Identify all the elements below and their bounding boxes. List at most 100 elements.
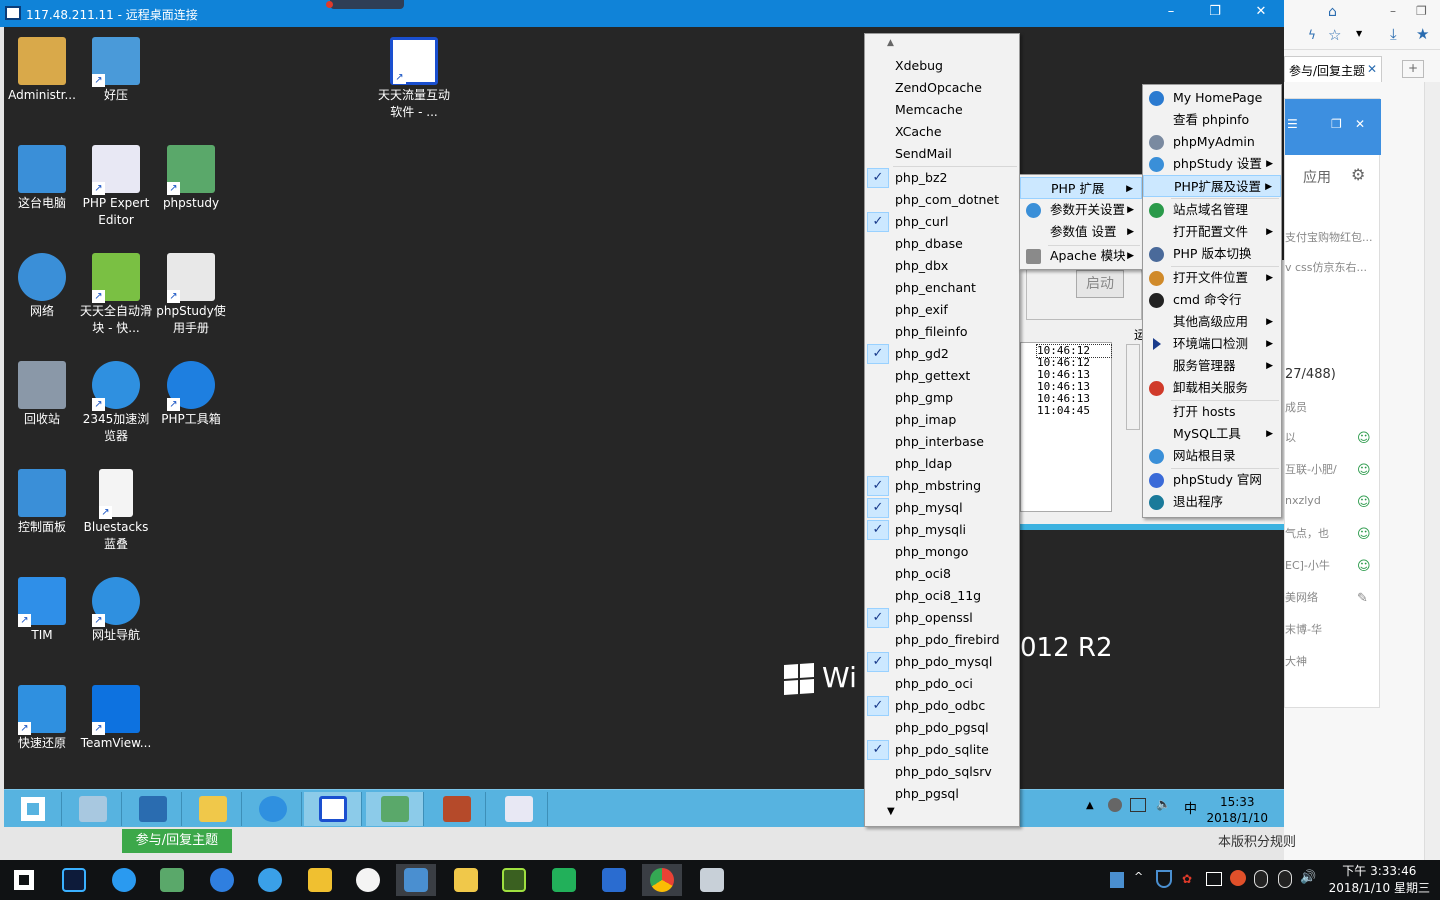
menu-item-extension[interactable]: php_pdo_oci [865, 673, 1019, 695]
desktop-icon-this-pc[interactable]: 这台电脑 [4, 141, 80, 212]
menu-item-extension[interactable]: ✓ php_pdo_sqlite [865, 739, 1019, 761]
menu-item-ext-header[interactable]: Xdebug [865, 55, 1019, 77]
menu-item-extension[interactable]: ✓ php_mbstring [865, 475, 1019, 497]
menu-item-extension[interactable]: ✓ php_gd2 [865, 343, 1019, 365]
taskbar-phpstudy[interactable] [366, 792, 424, 826]
menu-item-ext-header[interactable]: ZendOpcache [865, 77, 1019, 99]
desktop-icon-tiantian-traffic[interactable]: 天天流量互动软件 - ... [376, 33, 452, 121]
list-item[interactable]: v css仿京东右... [1285, 259, 1381, 275]
taskbar-dreamweaver[interactable] [494, 864, 534, 896]
chat-restore-icon[interactable]: ❐ [1331, 117, 1342, 131]
taskbar-chrome[interactable] [642, 864, 682, 896]
menu-item-main[interactable]: 服务管理器 ▶ [1143, 355, 1281, 377]
desktop-icon-url-nav[interactable]: 网址导航 [78, 573, 154, 644]
menu-item-extension[interactable]: php_interbase [865, 431, 1019, 453]
menu-item-ext-header[interactable]: XCache [865, 121, 1019, 143]
taskbar-file-explorer[interactable] [446, 864, 486, 896]
menu-item-param-switch[interactable]: 参数开关设置 ▶ [1020, 199, 1142, 221]
menu-item-main[interactable]: 站点域名管理 [1143, 199, 1281, 221]
menu-item-main[interactable]: phpStudy 设置 ▶ [1143, 153, 1281, 175]
menu-item-main[interactable]: phpMyAdmin [1143, 131, 1281, 153]
remote-clock[interactable]: 15:33 2018/1/10 [1206, 794, 1268, 826]
rdp-titlebar[interactable]: 117.48.211.11 - 远程桌面连接 – ❐ ✕ [0, 0, 1284, 27]
menu-item-extension[interactable]: ✓ php_pdo_odbc [865, 695, 1019, 717]
desktop-icon-teamviewer[interactable]: TeamView... [78, 681, 154, 752]
taskbar-tt-traffic[interactable] [304, 792, 362, 826]
menu-item-extension[interactable]: php_dbase [865, 233, 1019, 255]
member-row[interactable]: 气点，也 ☺ [1285, 525, 1381, 549]
browser-scrollbar[interactable] [1424, 82, 1440, 860]
menu-item-main[interactable]: My HomePage [1143, 87, 1281, 109]
scroll-up-arrow[interactable]: ▲ [887, 38, 894, 48]
desktop-icon-tim[interactable]: TIM [4, 573, 80, 644]
menu-item-main[interactable]: 环境端口检测 ▶ [1143, 333, 1281, 355]
member-row[interactable]: nxzlyd ☺ [1285, 493, 1381, 517]
taskbar-firewall[interactable] [428, 792, 486, 826]
menu-item-extension[interactable]: php_com_dotnet [865, 189, 1019, 211]
window-minimize-icon[interactable]: – [1390, 4, 1396, 18]
menu-item-extension[interactable]: php_gettext [865, 365, 1019, 387]
taskbar-browser-q[interactable] [104, 864, 144, 896]
menu-item-main[interactable]: 网站根目录 [1143, 445, 1281, 467]
list-item[interactable]: 支付宝购物红包... [1285, 229, 1381, 245]
network-tray-icon[interactable] [1130, 798, 1146, 812]
desktop-icon-phpstudy[interactable]: phpstudy [153, 141, 229, 212]
menu-item-extension[interactable]: ✓ php_bz2 [865, 167, 1019, 189]
menu-item-main[interactable]: 退出程序 [1143, 491, 1281, 513]
menu-item-main[interactable]: 查看 phpinfo [1143, 109, 1281, 131]
settings-gear-icon[interactable]: ⚙ [1351, 165, 1365, 184]
tray-app-icon[interactable] [1108, 798, 1122, 812]
member-row[interactable]: 以 ☺ [1285, 429, 1381, 453]
dropdown-icon[interactable]: ▼ [1356, 29, 1362, 38]
menu-item-extension[interactable]: ✓ php_mysql [865, 497, 1019, 519]
start-button[interactable]: 启动 [1076, 270, 1124, 298]
volume-icon[interactable]: 🔊 [1300, 870, 1316, 885]
taskbar-php-editor[interactable] [490, 792, 548, 826]
member-row[interactable]: 互联-小肥/ ☺ [1285, 461, 1381, 485]
app-label[interactable]: 应用 [1303, 167, 1331, 187]
menu-item-main[interactable]: 打开 hosts [1143, 401, 1281, 423]
taskbar-wechat-work[interactable] [544, 864, 584, 896]
menu-item-main[interactable]: MySQL工具 ▶ [1143, 423, 1281, 445]
desktop-icon-network[interactable]: 网络 [4, 249, 80, 320]
menu-item-extension[interactable]: php_fileinfo [865, 321, 1019, 343]
ime-icon[interactable]: 中 [1184, 798, 1197, 817]
menu-item-ext-header[interactable]: Memcache [865, 99, 1019, 121]
lightning-icon[interactable]: ϟ [1308, 28, 1316, 42]
menu-item-php-extensions[interactable]: PHP 扩展 ▶ [1020, 177, 1142, 199]
taskbar-app-green[interactable] [152, 864, 192, 896]
taskbar-remote-desktop[interactable] [396, 864, 436, 896]
member-row[interactable]: 美网络 ✎ [1285, 589, 1381, 613]
rules-link[interactable]: 本版积分规则 [1218, 831, 1296, 850]
tray-shield-icon[interactable] [1156, 870, 1172, 888]
tray-weibo-icon[interactable]: ✿ [1182, 872, 1192, 886]
taskbar-server-manager[interactable] [64, 792, 122, 826]
menu-item-main[interactable]: 卸载相关服务 [1143, 377, 1281, 399]
taskbar-powershell[interactable] [124, 792, 182, 826]
menu-item-apache-modules[interactable]: Apache 模块 ▶ [1020, 245, 1142, 267]
menu-item-main[interactable]: PHP扩展及设置 ▶ [1143, 175, 1281, 197]
desktop-icon-haozip[interactable]: 好压 [78, 33, 154, 104]
tray-network-icon[interactable] [1206, 872, 1222, 886]
menu-item-main[interactable]: cmd 命令行 [1143, 289, 1281, 311]
reply-button[interactable]: 参与/回复主题 [122, 829, 232, 853]
tray-expand-icon[interactable]: ▲ [1086, 800, 1094, 811]
menu-item-extension[interactable]: ✓ php_openssl [865, 607, 1019, 629]
menu-item-extension[interactable]: ✓ php_mysqli [865, 519, 1019, 541]
favorites-star-icon[interactable]: ★ [1416, 25, 1429, 43]
qq-icon[interactable] [1254, 870, 1268, 888]
restore-button[interactable]: ❐ [1204, 4, 1226, 22]
tray-app-icon[interactable] [1230, 870, 1246, 886]
tray-expand-icon[interactable]: ^ [1134, 870, 1143, 883]
bookmark-icon[interactable]: ⌂ [1328, 4, 1337, 20]
scroll-down-arrow[interactable]: ▼ [887, 806, 895, 817]
desktop-icon-php-toolbox[interactable]: PHP工具箱 [153, 357, 229, 428]
menu-item-main[interactable]: 打开文件位置 ▶ [1143, 267, 1281, 289]
window-restore-icon[interactable]: ❐ [1416, 4, 1427, 18]
desktop-icon-recycle-bin[interactable]: 回收站 [4, 357, 80, 428]
menu-item-extension[interactable]: php_oci8 [865, 563, 1019, 585]
menu-item-extension[interactable]: ✓ php_curl [865, 211, 1019, 233]
member-row[interactable]: 大神 [1285, 653, 1381, 677]
desktop-icon-phpstudy-manual[interactable]: phpStudy使用手册 [153, 249, 229, 337]
desktop-icon-administrator[interactable]: Administr... [4, 33, 80, 104]
